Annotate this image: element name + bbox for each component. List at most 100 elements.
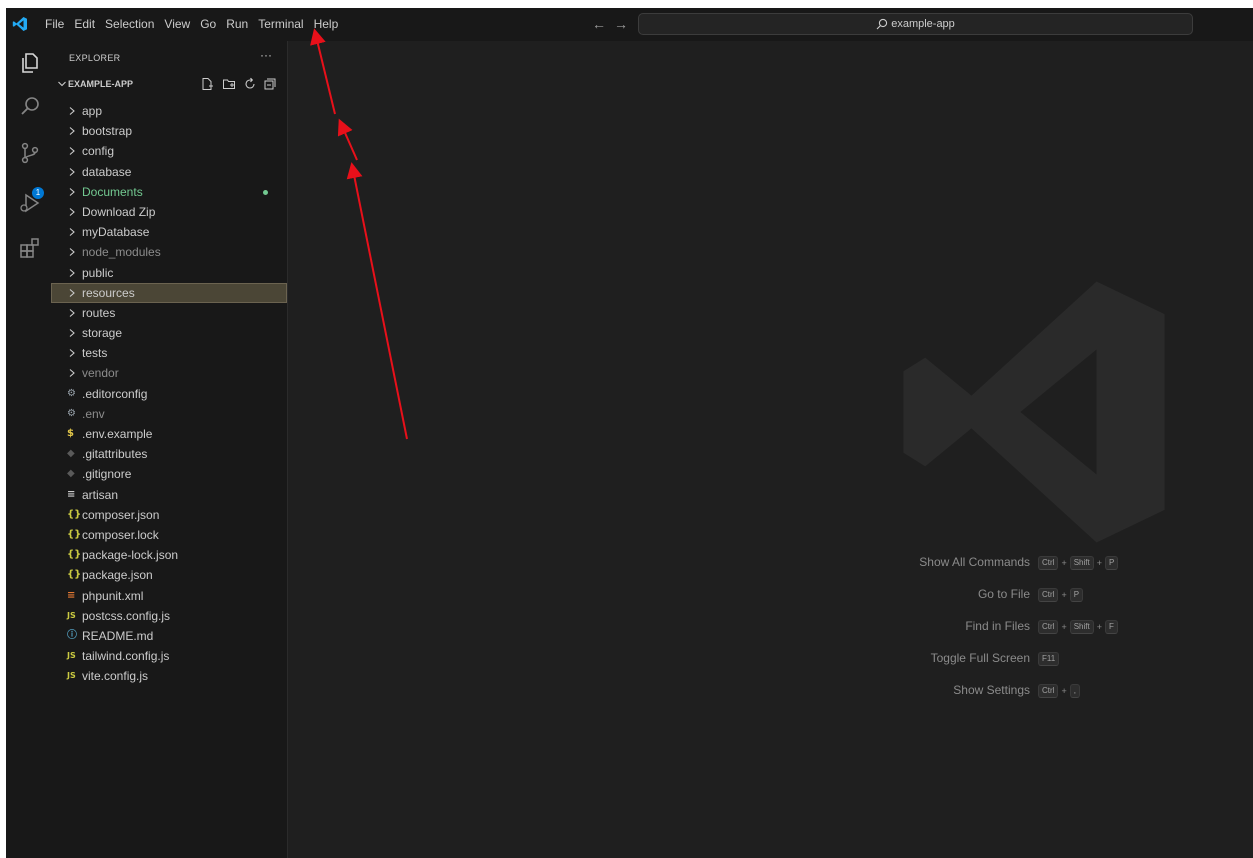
shortcut-label: Go to File (977, 587, 1030, 601)
menu-edit[interactable]: Edit (69, 8, 100, 41)
tree-item-label: storage (82, 326, 123, 341)
workspace-folder-name: EXAMPLE-APP (68, 79, 134, 89)
tree-file[interactable]: JS tailwind.config.js (51, 646, 287, 666)
chevron-right-icon (69, 228, 75, 237)
tree-file[interactable]: ◆ .gitattributes (51, 444, 287, 464)
keycap: , (1069, 684, 1080, 698)
tree-file[interactable]: ⚙ .editorconfig (51, 384, 287, 404)
tree-item-label: bootstrap (82, 124, 133, 139)
tree-file[interactable]: $ .env.example (51, 424, 287, 444)
tree-item-label: package-lock.json (82, 548, 179, 563)
workspace-folder-header[interactable]: EXAMPLE-APP (51, 75, 287, 95)
chevron-right-icon (69, 268, 75, 277)
keycap: F11 (1038, 652, 1060, 666)
chevron-right-icon (69, 187, 75, 196)
tree-folder[interactable]: config (51, 141, 287, 161)
tree-file[interactable]: ≡ phpunit.xml (51, 586, 287, 606)
tree-folder[interactable]: vendor (51, 363, 287, 383)
search-icon[interactable] (18, 95, 42, 119)
tree-file[interactable]: {} package.json (51, 565, 287, 585)
tree-item-label: vendor (82, 366, 119, 381)
json-braces-icon: {} (67, 549, 82, 561)
vscode-logo-icon[interactable] (12, 16, 28, 32)
tree-folder[interactable]: myDatabase (51, 222, 287, 242)
refresh-icon[interactable] (243, 77, 257, 91)
menu-selection[interactable]: Selection (100, 8, 159, 41)
keycap: Ctrl (1038, 556, 1059, 570)
chevron-right-icon (69, 127, 75, 136)
chevron-right-icon (69, 248, 75, 257)
tree-folder[interactable]: resources (51, 282, 287, 303)
keycap: F (1105, 620, 1118, 634)
keycap: P (1105, 556, 1119, 570)
source-control-icon[interactable] (18, 141, 42, 165)
shortcut-keys: Ctrl + P (1038, 585, 1084, 605)
tree-item-label: public (82, 265, 114, 280)
chevron-right-icon (69, 147, 75, 156)
tree-item-label: .gitattributes (82, 447, 148, 462)
tree-file[interactable]: JS vite.config.js (51, 666, 287, 686)
git-modified-dot (263, 189, 268, 195)
key-plus: + (1096, 558, 1102, 568)
shortcut-keys: F11 (1038, 649, 1060, 669)
keycap: Shift (1069, 556, 1094, 570)
tree-item-label: app (82, 104, 103, 118)
run-debug-icon[interactable] (18, 191, 42, 215)
git-diamond-icon: ◆ (67, 468, 75, 480)
new-folder-icon[interactable] (222, 77, 236, 91)
forward-arrow-icon[interactable]: → (614, 16, 628, 32)
vscode-watermark-icon (903, 281, 1165, 543)
back-arrow-icon[interactable]: ← (592, 16, 606, 32)
editor-area[interactable]: Show All Commands Ctrl + Shift + P Go to File C… (288, 41, 1253, 858)
chevron-right-icon (69, 167, 75, 176)
menu-terminal[interactable]: Terminal (253, 8, 308, 41)
tree-file[interactable]: {} composer.lock (51, 525, 287, 545)
explorer-title: EXPLORER (69, 53, 121, 63)
tree-folder[interactable]: public (51, 263, 287, 283)
command-center-search[interactable]: example-app (638, 13, 1193, 35)
extensions-icon[interactable] (18, 236, 42, 260)
collapse-all-icon[interactable] (263, 77, 277, 91)
tree-item-label: .gitignore (82, 467, 132, 482)
tree-file[interactable]: ≡ artisan (51, 485, 287, 505)
menu-go[interactable]: Go (195, 8, 221, 41)
tree-folder[interactable]: database (51, 162, 287, 182)
rss-icon: ≡ (67, 589, 76, 601)
shortcut-row: Find in Files Ctrl + Shift + F (848, 617, 1248, 637)
tree-file[interactable]: ◆ .gitignore (51, 464, 287, 484)
tree-folder[interactable]: tests (51, 343, 287, 363)
chevron-right-icon (69, 288, 75, 297)
tree-folder[interactable]: app (51, 101, 287, 121)
menu-bar: File Edit Selection View Go Run Terminal… (40, 8, 343, 41)
tree-file[interactable]: ⚙ .env (51, 404, 287, 424)
menu-file[interactable]: File (40, 8, 69, 41)
key-plus: + (1061, 558, 1067, 568)
more-actions-icon[interactable]: ··· (260, 48, 272, 62)
tree-folder[interactable]: bootstrap (51, 121, 287, 141)
tree-folder[interactable]: Documents (51, 182, 287, 202)
gear-icon: ⚙ (67, 387, 76, 399)
tree-file[interactable]: {} package-lock.json (51, 545, 287, 565)
tree-folder[interactable]: storage (51, 323, 287, 343)
tree-item-label: tests (82, 346, 108, 361)
menu-view[interactable]: View (159, 8, 195, 41)
tree-folder[interactable]: routes (51, 303, 287, 323)
tree-item-label: .env.example (82, 427, 153, 441)
tree-item-label: .env (82, 406, 105, 421)
new-file-icon[interactable] (200, 77, 214, 91)
key-plus: + (1061, 590, 1067, 600)
menu-run[interactable]: Run (221, 8, 253, 41)
tree-file[interactable]: JS postcss.config.js (51, 606, 287, 626)
tree-folder[interactable]: Download Zip (51, 202, 287, 222)
menu-help[interactable]: Help (309, 8, 344, 41)
files-explorer-icon[interactable] (18, 51, 42, 75)
tree-folder[interactable]: node_modules (51, 242, 287, 262)
tree-item-label: phpunit.xml (82, 588, 144, 603)
keycap: Shift (1069, 620, 1094, 634)
key-plus: + (1096, 622, 1102, 632)
tree-file[interactable]: {} composer.json (51, 505, 287, 525)
tree-item-label: resources (82, 285, 135, 300)
shortcut-label: Show All Commands (919, 555, 1030, 569)
tree-file[interactable]: ⓘ README.md (51, 626, 287, 646)
file-tree: app bootstrap config database Documents Downl… (51, 101, 287, 686)
